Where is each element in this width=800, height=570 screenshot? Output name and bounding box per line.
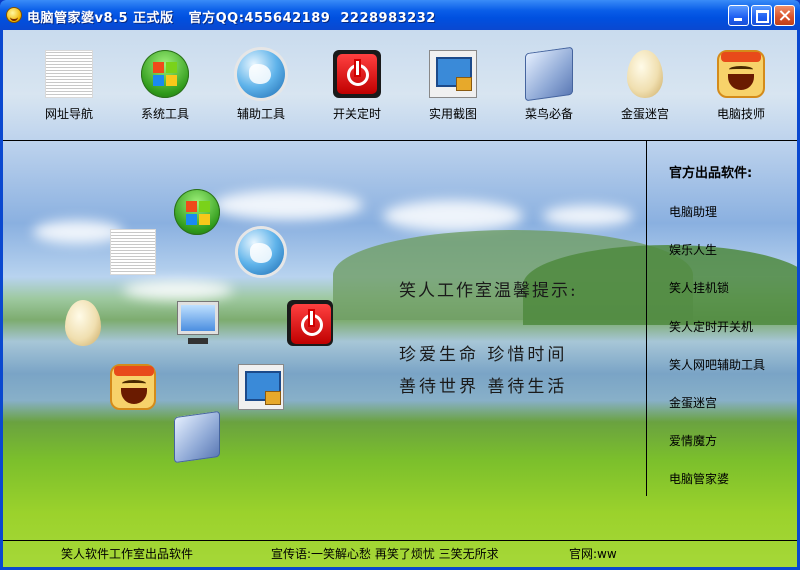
power-icon xyxy=(333,50,381,98)
power-icon[interactable] xyxy=(287,300,333,346)
monitor-icon[interactable] xyxy=(174,300,220,346)
app-window: 电脑管家婆v8.5 正式版 官方QQ:455642189 2228983232 … xyxy=(0,0,800,570)
egg-icon[interactable] xyxy=(65,300,101,346)
globe-icon[interactable] xyxy=(238,229,284,275)
tool-label: 系统工具 xyxy=(140,107,189,121)
sidebar-title: 官方出品软件: xyxy=(669,166,753,181)
laughing-face-icon[interactable] xyxy=(110,364,156,410)
minimize-button[interactable] xyxy=(728,5,749,26)
tips-line: 珍爱生命 珍惜时间 xyxy=(399,345,568,365)
tool-label: 实用截图 xyxy=(428,107,477,121)
windows-logo-icon xyxy=(141,50,189,98)
tool-label: 金蛋迷宫 xyxy=(620,107,669,121)
sidebar-item[interactable]: 爱情魔方 xyxy=(669,432,717,449)
tool-web-navigation[interactable]: 网址导航 xyxy=(29,50,109,122)
folder-icon xyxy=(525,46,573,102)
tool-label: 网址导航 xyxy=(44,107,93,121)
tool-power-timer[interactable]: 开关定时 xyxy=(317,50,397,122)
footer-studio: 笑人软件工作室出品软件 xyxy=(61,547,194,561)
footer-website[interactable]: 官网:ww xyxy=(569,545,617,562)
website-value[interactable]: ww xyxy=(597,547,617,561)
sidebar-item[interactable]: 笑人网吧辅助工具 xyxy=(669,356,765,373)
tool-pc-technician[interactable]: 电脑技师 xyxy=(701,50,781,122)
smiley-app-icon xyxy=(6,7,22,23)
cloud-decoration xyxy=(383,200,523,232)
sidebar-item[interactable]: 笑人挂机锁 xyxy=(669,279,729,296)
tips-line: 善待世界 善待生活 xyxy=(399,377,568,397)
title-bar[interactable]: 电脑管家婆v8.5 正式版 官方QQ:455642189 2228983232 xyxy=(0,0,800,30)
tool-system-tools[interactable]: 系统工具 xyxy=(125,50,205,122)
cloud-decoration xyxy=(123,280,233,300)
footer-divider xyxy=(3,540,797,541)
sidebar-item[interactable]: 娱乐人生 xyxy=(669,241,717,258)
main-toolbar: 网址导航 系统工具 辅助工具 开关定时 实用截图 菜鸟必备 金蛋迷宫 电脑技师 xyxy=(3,30,797,140)
tool-screenshot[interactable]: 实用截图 xyxy=(413,50,493,122)
toolbar-divider xyxy=(3,140,797,141)
folder-icon[interactable] xyxy=(174,410,220,464)
maximize-button[interactable] xyxy=(751,5,772,26)
sidebar-item[interactable]: 金蛋迷宫 xyxy=(669,394,717,411)
document-icon xyxy=(45,50,93,98)
screenshot-icon[interactable] xyxy=(238,364,284,410)
sidebar-divider xyxy=(646,141,647,496)
tool-label: 辅助工具 xyxy=(236,107,285,121)
cloud-decoration xyxy=(543,205,633,227)
tool-label: 电脑技师 xyxy=(716,107,765,121)
tips-title: 笑人工作室温馨提示: xyxy=(399,281,578,301)
tool-beginner-essentials[interactable]: 菜鸟必备 xyxy=(509,46,589,122)
close-button[interactable] xyxy=(774,5,795,26)
egg-icon xyxy=(627,50,663,98)
laughing-face-icon xyxy=(717,50,765,98)
window-title: 电脑管家婆v8.5 正式版 官方QQ:455642189 2228983232 xyxy=(27,11,436,26)
cloud-decoration xyxy=(213,190,363,220)
tool-label: 开关定时 xyxy=(332,107,381,121)
windows-logo-icon[interactable] xyxy=(174,189,220,235)
website-label: 官网: xyxy=(569,547,598,561)
tool-label: 菜鸟必备 xyxy=(524,107,573,121)
tool-auxiliary[interactable]: 辅助工具 xyxy=(221,50,301,122)
footer-slogan: 宣传语:一笑解心愁 再笑了烦忧 三笑无所求 xyxy=(271,547,499,561)
sidebar-item[interactable]: 笑人定时开关机 xyxy=(669,318,753,335)
globe-icon xyxy=(237,50,285,98)
sidebar-item[interactable]: 电脑管家婆 xyxy=(669,470,729,487)
sidebar-item[interactable]: 电脑助理 xyxy=(669,203,717,220)
client-area: 网址导航 系统工具 辅助工具 开关定时 实用截图 菜鸟必备 金蛋迷宫 电脑技师 … xyxy=(0,30,800,570)
tool-golden-egg-maze[interactable]: 金蛋迷宫 xyxy=(605,50,685,122)
screenshot-icon xyxy=(429,50,477,98)
document-icon[interactable] xyxy=(110,229,156,275)
